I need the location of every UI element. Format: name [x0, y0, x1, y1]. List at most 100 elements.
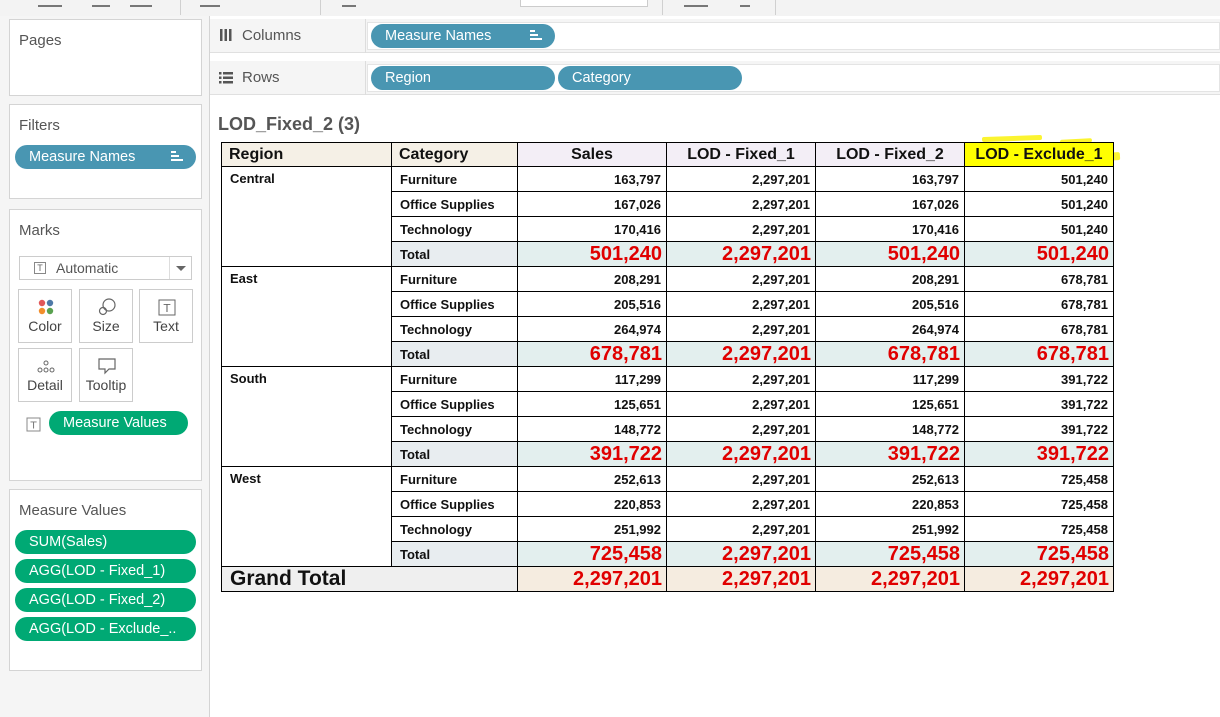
value-cell[interactable]: 170,416	[517, 216, 667, 242]
value-cell[interactable]: 208,291	[815, 266, 965, 292]
subtotal-value-cell[interactable]: 725,458	[517, 541, 667, 567]
chart-icon[interactable]	[684, 0, 708, 7]
value-cell[interactable]: 725,458	[964, 516, 1114, 542]
subtotal-value-cell[interactable]: 391,722	[815, 441, 965, 467]
filters-card[interactable]: Filters Measure Names	[9, 104, 202, 199]
filter-pill-measure-names[interactable]: Measure Names	[15, 145, 196, 169]
category-cell[interactable]: Technology	[391, 316, 518, 342]
category-cell[interactable]: Furniture	[391, 366, 518, 392]
category-cell[interactable]: Office Supplies	[391, 191, 518, 217]
value-cell[interactable]: 251,992	[815, 516, 965, 542]
subtotal-value-cell[interactable]: 2,297,201	[666, 541, 816, 567]
value-cell[interactable]: 264,974	[517, 316, 667, 342]
clear-sheet-icon[interactable]	[130, 0, 152, 7]
category-cell[interactable]: Office Supplies	[391, 391, 518, 417]
value-cell[interactable]: 163,797	[815, 166, 965, 192]
value-cell[interactable]: 220,853	[815, 491, 965, 517]
color-button[interactable]: Color	[18, 289, 72, 343]
text-pill-measure-values[interactable]: Measure Values	[49, 411, 188, 435]
total-label[interactable]: Total	[391, 341, 518, 367]
value-cell[interactable]: 2,297,201	[666, 516, 816, 542]
value-cell[interactable]: 2,297,201	[666, 491, 816, 517]
fit-dropdown[interactable]	[520, 0, 648, 7]
value-cell[interactable]: 125,651	[815, 391, 965, 417]
value-cell[interactable]: 205,516	[815, 291, 965, 317]
header-category[interactable]: Category	[391, 142, 518, 167]
header-lod-fixed-1[interactable]: LOD - Fixed_1	[666, 142, 816, 167]
category-cell[interactable]: Office Supplies	[391, 491, 518, 517]
subtotal-value-cell[interactable]: 501,240	[517, 241, 667, 267]
value-cell[interactable]: 678,781	[964, 316, 1114, 342]
header-lod-exclude-1[interactable]: LOD - Exclude_1	[964, 142, 1114, 167]
category-cell[interactable]: Technology	[391, 416, 518, 442]
measure-pill-lod-exclude-1[interactable]: AGG(LOD - Exclude_..	[15, 617, 196, 641]
chevron-down-icon[interactable]	[169, 257, 191, 279]
category-cell[interactable]: Technology	[391, 216, 518, 242]
value-cell[interactable]: 2,297,201	[666, 166, 816, 192]
subtotal-value-cell[interactable]: 725,458	[964, 541, 1114, 567]
columns-drop-zone[interactable]: Measure Names	[367, 22, 1220, 50]
rows-pill-category[interactable]: Category	[558, 66, 742, 90]
value-cell[interactable]: 2,297,201	[666, 416, 816, 442]
highlight-icon[interactable]	[342, 0, 356, 7]
subtotal-value-cell[interactable]: 391,722	[964, 441, 1114, 467]
value-cell[interactable]: 170,416	[815, 216, 965, 242]
size-button[interactable]: Size	[79, 289, 133, 343]
measure-pill-sum-sales[interactable]: SUM(Sales)	[15, 530, 196, 554]
measure-pill-lod-fixed-2[interactable]: AGG(LOD - Fixed_2)	[15, 588, 196, 612]
rows-drop-zone[interactable]: Region Category	[367, 64, 1220, 92]
grand-total-value-cell[interactable]: 2,297,201	[964, 566, 1114, 592]
total-label[interactable]: Total	[391, 241, 518, 267]
value-cell[interactable]: 148,772	[815, 416, 965, 442]
subtotal-value-cell[interactable]: 501,240	[815, 241, 965, 267]
text-button[interactable]: T Text	[139, 289, 193, 343]
value-cell[interactable]: 725,458	[964, 466, 1114, 492]
subtotal-value-cell[interactable]: 678,781	[517, 341, 667, 367]
rows-pill-region[interactable]: Region	[371, 66, 555, 90]
grand-total-value-cell[interactable]: 2,297,201	[666, 566, 816, 592]
value-cell[interactable]: 678,781	[964, 266, 1114, 292]
value-cell[interactable]: 252,613	[815, 466, 965, 492]
value-cell[interactable]: 220,853	[517, 491, 667, 517]
subtotal-value-cell[interactable]: 725,458	[815, 541, 965, 567]
value-cell[interactable]: 2,297,201	[666, 316, 816, 342]
region-cell[interactable]: Central	[221, 166, 392, 267]
value-cell[interactable]: 501,240	[964, 216, 1114, 242]
subtotal-value-cell[interactable]: 678,781	[964, 341, 1114, 367]
category-cell[interactable]: Office Supplies	[391, 291, 518, 317]
region-cell[interactable]: East	[221, 266, 392, 367]
value-cell[interactable]: 2,297,201	[666, 266, 816, 292]
value-cell[interactable]: 391,722	[964, 366, 1114, 392]
header-lod-fixed-2[interactable]: LOD - Fixed_2	[815, 142, 965, 167]
subtotal-value-cell[interactable]: 2,297,201	[666, 241, 816, 267]
value-cell[interactable]: 148,772	[517, 416, 667, 442]
value-cell[interactable]: 2,297,201	[666, 391, 816, 417]
value-cell[interactable]: 167,026	[517, 191, 667, 217]
category-cell[interactable]: Furniture	[391, 266, 518, 292]
grand-total-label[interactable]: Grand Total	[221, 566, 518, 592]
value-cell[interactable]: 2,297,201	[666, 466, 816, 492]
category-cell[interactable]: Furniture	[391, 466, 518, 492]
category-cell[interactable]: Technology	[391, 516, 518, 542]
value-cell[interactable]: 501,240	[964, 166, 1114, 192]
grand-total-value-cell[interactable]: 2,297,201	[517, 566, 667, 592]
value-cell[interactable]: 264,974	[815, 316, 965, 342]
total-label[interactable]: Total	[391, 441, 518, 467]
value-cell[interactable]: 501,240	[964, 191, 1114, 217]
detail-button[interactable]: Detail	[18, 348, 72, 402]
pages-card[interactable]: Pages	[9, 19, 202, 96]
value-cell[interactable]: 391,722	[964, 391, 1114, 417]
value-cell[interactable]: 2,297,201	[666, 291, 816, 317]
value-cell[interactable]: 167,026	[815, 191, 965, 217]
value-cell[interactable]: 391,722	[964, 416, 1114, 442]
tooltip-button[interactable]: Tooltip	[79, 348, 133, 402]
value-cell[interactable]: 2,297,201	[666, 366, 816, 392]
value-cell[interactable]: 2,297,201	[666, 191, 816, 217]
header-region[interactable]: Region	[221, 142, 392, 167]
new-worksheet-icon[interactable]	[38, 0, 62, 7]
grand-total-value-cell[interactable]: 2,297,201	[815, 566, 965, 592]
region-cell[interactable]: South	[221, 366, 392, 467]
swap-icon[interactable]	[200, 0, 220, 7]
duplicate-icon[interactable]	[92, 0, 110, 7]
value-cell[interactable]: 205,516	[517, 291, 667, 317]
